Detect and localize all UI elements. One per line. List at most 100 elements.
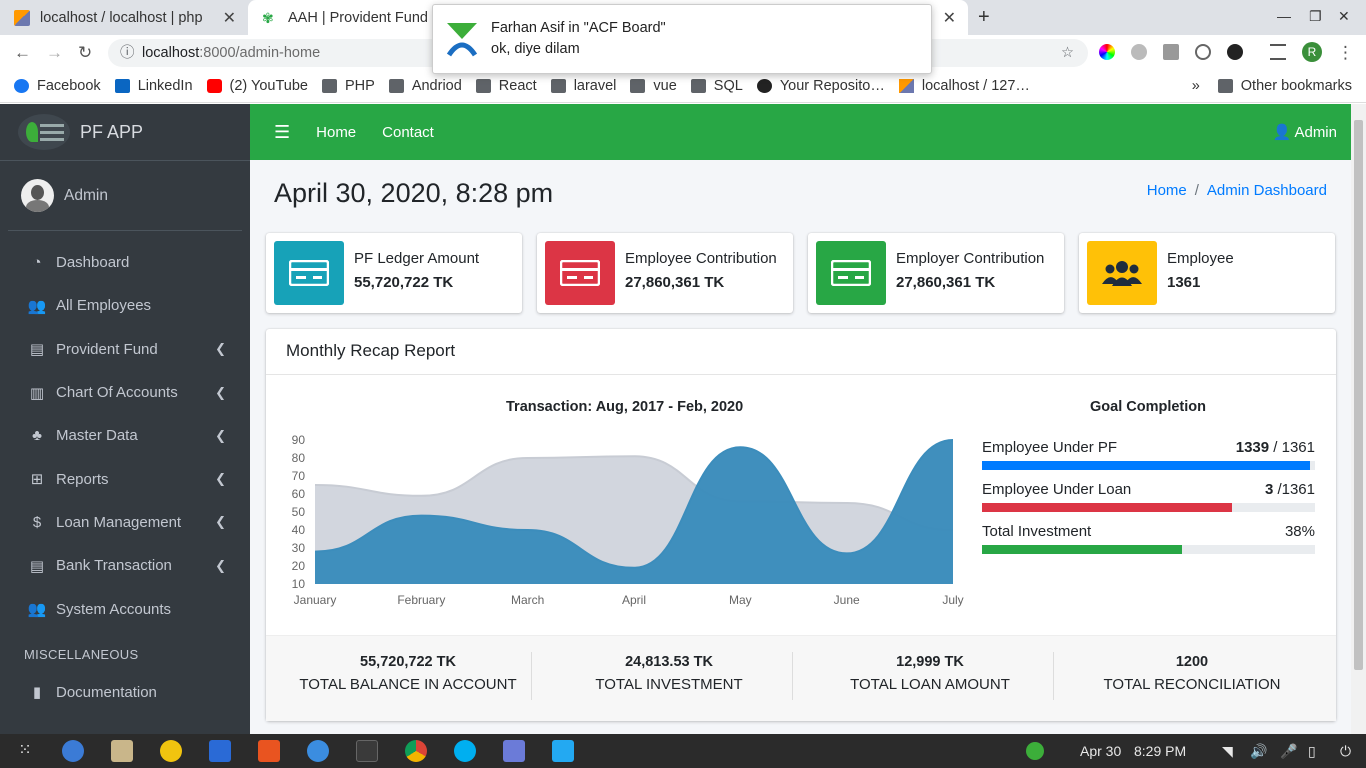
chevron-left-icon: ❮ bbox=[215, 471, 226, 487]
skype-icon[interactable] bbox=[454, 740, 476, 762]
info-icon[interactable]: ⓘ bbox=[120, 39, 135, 67]
bookmark-vue[interactable]: vue bbox=[630, 78, 677, 94]
progress-bar bbox=[982, 545, 1315, 554]
extension-icon[interactable] bbox=[1131, 44, 1147, 60]
page-title: April 30, 2020, 8:28 pm bbox=[274, 178, 554, 208]
sidebar-item-chart-of-accounts[interactable]: ▥ Chart Of Accounts ❮ bbox=[0, 371, 250, 414]
nav-contact-link[interactable]: Contact bbox=[382, 124, 434, 141]
reload-icon[interactable]: ↻ bbox=[78, 43, 92, 63]
transaction-area-chart: 10 20 30 40 50 60 70 80 90 January February March Ap… bbox=[292, 433, 964, 607]
bookmark-laravel[interactable]: laravel bbox=[550, 78, 616, 94]
sidebar-item-provident-fund[interactable]: ▤ Provident Fund ❮ bbox=[0, 328, 250, 371]
folder-icon bbox=[321, 78, 337, 93]
tachometer-icon: ◔ bbox=[32, 254, 42, 272]
breadcrumb-active: Admin Dashboard bbox=[1206, 182, 1327, 199]
software-center-icon[interactable] bbox=[258, 740, 280, 762]
breadcrumb-home[interactable]: Home bbox=[1147, 182, 1187, 199]
sidebar-item-dashboard[interactable]: ◔ Dashboard bbox=[0, 241, 250, 284]
brand-text: PF APP bbox=[80, 121, 144, 142]
brand-logo-icon bbox=[18, 114, 70, 150]
sidebar-item-master-data[interactable]: ♣ Master Data ❮ bbox=[0, 414, 250, 457]
progress-bar bbox=[982, 503, 1315, 512]
card-footer-stats: 55,720,722 TK TOTAL BALANCE IN ACCOUNT 24… bbox=[266, 635, 1336, 721]
clock-time[interactable]: 8:29 PM bbox=[1134, 743, 1186, 759]
y-tick-label: 70 bbox=[292, 469, 306, 483]
github-icon bbox=[756, 78, 772, 93]
info-box-label: Employee bbox=[1167, 250, 1234, 267]
vscode-icon[interactable] bbox=[552, 740, 574, 762]
app-grid-icon[interactable]: ⁙ bbox=[14, 740, 36, 762]
folder-icon bbox=[1217, 78, 1233, 93]
goal-label: Total Investment bbox=[982, 523, 1092, 540]
close-window-icon[interactable]: ✕ bbox=[1338, 8, 1350, 25]
writer-icon[interactable] bbox=[209, 740, 231, 762]
forward-icon[interactable]: → bbox=[46, 43, 63, 63]
screenshot-icon[interactable] bbox=[503, 740, 525, 762]
close-tab-icon[interactable]: ✕ bbox=[223, 8, 236, 28]
bookmark-facebook[interactable]: Facebook bbox=[14, 78, 101, 94]
new-tab-icon[interactable]: + bbox=[978, 6, 990, 29]
sidebar-item-all-employees[interactable]: 👥 All Employees bbox=[0, 284, 250, 327]
help-icon[interactable] bbox=[307, 740, 329, 762]
hamburger-menu-icon[interactable]: ☰ bbox=[274, 122, 290, 143]
sidebar-item-reports[interactable]: ⊞ Reports ❮ bbox=[0, 457, 250, 500]
bookmark-localhost[interactable]: localhost / 127… bbox=[898, 78, 1030, 94]
color-extension-icon[interactable] bbox=[1099, 44, 1115, 60]
bookmark-youtube[interactable]: (2) YouTube bbox=[206, 78, 308, 94]
sidebar-item-system-accounts[interactable]: 👥 System Accounts bbox=[0, 587, 250, 630]
clock-date[interactable]: Apr 30 bbox=[1080, 743, 1121, 759]
menu-kebab-icon[interactable]: ⋮ bbox=[1337, 43, 1354, 63]
sidebar-item-loan-management[interactable]: $ Loan Management ❮ bbox=[0, 501, 250, 544]
bookmarks-overflow[interactable]: » bbox=[1192, 78, 1200, 94]
sidebar-item-bank-transaction[interactable]: ▤ Bank Transaction ❮ bbox=[0, 544, 250, 587]
extension-icon[interactable] bbox=[1227, 44, 1243, 60]
tray-app-icon[interactable] bbox=[1026, 742, 1044, 760]
thunderbird-icon[interactable] bbox=[62, 740, 84, 762]
sidebar-item-documentation[interactable]: ▮ Documentation bbox=[0, 671, 250, 714]
bookmark-sql[interactable]: SQL bbox=[690, 78, 743, 94]
power-icon[interactable]: ⏻ bbox=[1340, 743, 1351, 760]
bookmark-andriod[interactable]: Andriod bbox=[388, 78, 462, 94]
bookmark-star-icon[interactable]: ☆ bbox=[1061, 39, 1074, 67]
bookmark-github[interactable]: Your Reposito… bbox=[756, 78, 885, 94]
rhythmbox-icon[interactable] bbox=[160, 740, 182, 762]
wifi-icon[interactable]: ◥ bbox=[1222, 743, 1233, 760]
close-tab-icon[interactable]: ✕ bbox=[943, 8, 956, 28]
nav-home-link[interactable]: Home bbox=[316, 124, 356, 141]
brand[interactable]: PF APP bbox=[0, 104, 250, 161]
bookmark-linkedin[interactable]: LinkedIn bbox=[114, 78, 193, 94]
money-bill-icon bbox=[816, 241, 886, 305]
profile-avatar[interactable]: R bbox=[1302, 42, 1322, 62]
user-name: Admin bbox=[64, 186, 108, 204]
minimize-icon[interactable]: — bbox=[1277, 8, 1291, 24]
extension-icon[interactable] bbox=[1195, 44, 1211, 60]
files-icon[interactable] bbox=[111, 740, 133, 762]
battery-icon[interactable]: ▯ bbox=[1308, 743, 1316, 760]
chevron-left-icon: ❮ bbox=[215, 557, 226, 573]
page-scrollbar[interactable] bbox=[1351, 104, 1366, 734]
main-content: April 30, 2020, 8:28 pm Home / Admin Dashb… bbox=[250, 160, 1351, 734]
bookmark-react[interactable]: React bbox=[475, 78, 537, 94]
goal-title: Goal Completion bbox=[1090, 399, 1206, 415]
maximize-icon[interactable]: ❐ bbox=[1309, 8, 1322, 25]
chrome-icon[interactable] bbox=[405, 740, 427, 762]
microphone-icon[interactable]: 🎤 bbox=[1280, 743, 1297, 760]
vue-devtools-icon[interactable] bbox=[1163, 44, 1179, 60]
reading-list-icon[interactable] bbox=[1270, 44, 1286, 60]
other-bookmarks[interactable]: Other bookmarks bbox=[1217, 78, 1352, 94]
bookmark-php[interactable]: PHP bbox=[321, 78, 375, 94]
chat-notification[interactable]: Farhan Asif in "ACF Board" ok, diye dila… bbox=[432, 4, 932, 74]
x-tick-label: April bbox=[622, 593, 646, 607]
browser-tab-phpmyadmin[interactable]: localhost / localhost | php ✕ bbox=[0, 0, 248, 35]
scrollbar-thumb[interactable] bbox=[1354, 120, 1363, 670]
stat-total-balance: 55,720,722 TK TOTAL BALANCE IN ACCOUNT bbox=[299, 654, 517, 693]
hand-money-icon: $ bbox=[32, 513, 42, 531]
back-icon[interactable]: ← bbox=[14, 43, 31, 63]
user-panel[interactable]: Admin bbox=[8, 161, 242, 231]
terminal-icon[interactable] bbox=[356, 740, 378, 762]
users-icon bbox=[1087, 241, 1157, 305]
book-icon: ▤ bbox=[29, 341, 45, 359]
admin-menu[interactable]: 👤 Admin bbox=[1272, 123, 1337, 141]
info-box-label: Employee Contribution bbox=[625, 250, 777, 267]
volume-icon[interactable]: 🔊 bbox=[1250, 743, 1267, 760]
